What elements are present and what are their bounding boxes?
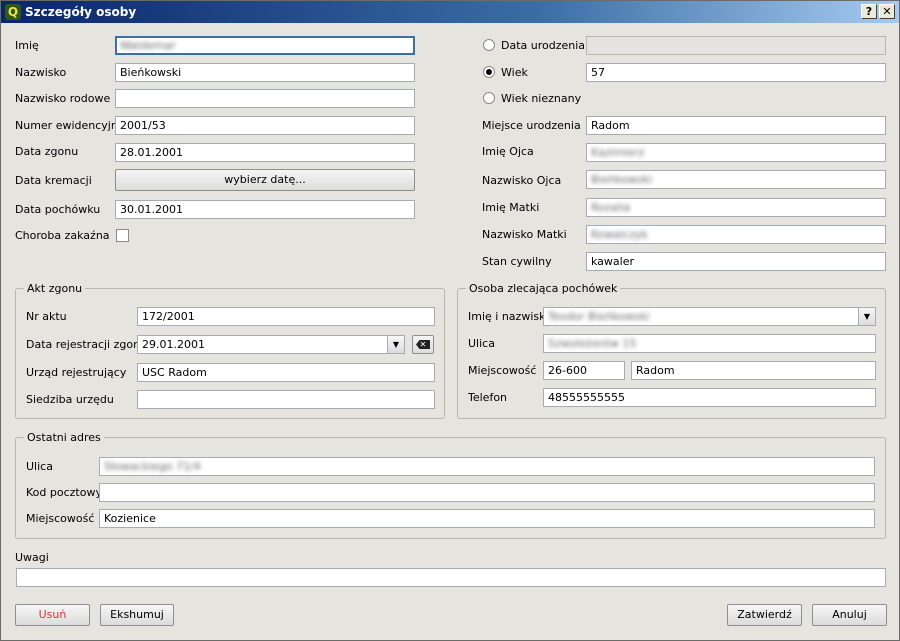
osoba-miejscowosc-input[interactable]: Radom <box>631 361 876 380</box>
akt-zgonu-group: Akt zgonu Nr aktu 172/2001 Data rejestra… <box>15 282 445 419</box>
nazwisko-input[interactable]: Bieńkowski <box>115 63 415 82</box>
wiek-nieznany-radio[interactable] <box>483 92 495 104</box>
nazwisko-rodowe-input[interactable] <box>115 89 415 108</box>
window-title: Szczegóły osoby <box>25 5 137 19</box>
akt-zgonu-title: Akt zgonu <box>24 282 86 295</box>
wiek-label: Wiek <box>501 66 528 79</box>
data-urodzenia-radio[interactable] <box>483 39 495 51</box>
nazwisko-ojca-input[interactable]: Bieńkowski <box>586 170 886 189</box>
stan-cywilny-input[interactable]: kawaler <box>586 252 886 271</box>
adres-miejscowosc-label: Miejscowość <box>26 512 95 525</box>
osoba-ulica-value: Szwoleżerów 15 <box>548 337 637 350</box>
imie-ojca-input[interactable]: Kazimierz <box>586 143 886 162</box>
imie-ojca-value: Kazimierz <box>591 146 645 159</box>
osoba-ulica-input[interactable]: Szwoleżerów 15 <box>543 334 876 353</box>
choroba-label: Choroba zakaźna <box>15 229 110 242</box>
data-rejestracji-value: 29.01.2001 <box>142 338 205 351</box>
nazwisko-matki-input[interactable]: Kowalczyk <box>586 225 886 244</box>
miejsce-urodzenia-input[interactable]: Radom <box>586 116 886 135</box>
miejsce-urodzenia-label: Miejsce urodzenia <box>482 119 581 132</box>
data-zgonu-label: Data zgonu <box>15 145 79 158</box>
wiek-radio[interactable] <box>483 66 495 78</box>
osoba-ulica-label: Ulica <box>468 337 495 350</box>
data-kremacji-label: Data kremacji <box>15 174 92 187</box>
urzad-label: Urząd rejestrujący <box>26 366 127 379</box>
urzad-input[interactable]: USC Radom <box>137 363 435 382</box>
data-rejestracji-combo[interactable]: 29.01.2001 ▼ <box>137 335 405 354</box>
osoba-zlecajaca-title: Osoba zlecająca pochówek <box>466 282 621 295</box>
chevron-down-icon[interactable]: ▼ <box>858 308 875 325</box>
imie-matki-input[interactable]: Rozalia <box>586 198 886 217</box>
choose-date-button[interactable]: wybierz datę... <box>115 169 415 191</box>
confirm-button[interactable]: Zatwierdź <box>727 604 802 626</box>
nazwisko-matki-label: Nazwisko Matki <box>482 228 567 241</box>
nr-aktu-input[interactable]: 172/2001 <box>137 307 435 326</box>
data-zgonu-input[interactable]: 28.01.2001 <box>115 143 415 162</box>
data-rejestracji-label: Data rejestracji zgonu <box>26 338 148 351</box>
data-pochowku-label: Data pochówku <box>15 203 101 216</box>
nazwisko-ojca-value: Bieńkowski <box>591 173 653 186</box>
adres-ulica-input[interactable]: Słowackiego 71/4 <box>99 457 875 476</box>
dialog-content: Imię Waldemar Nazwisko Bieńkowski Nazwis… <box>1 23 899 640</box>
stan-cywilny-label: Stan cywilny <box>482 255 552 268</box>
app-logo-icon: Q <box>5 4 21 20</box>
imie-nazwisko-label: Imię i nazwisko <box>468 310 552 323</box>
kod-pocztowy-label: Kod pocztowy <box>26 486 102 499</box>
ostatni-adres-group: Ostatni adres Ulica Słowackiego 71/4 Kod… <box>15 431 886 539</box>
adres-ulica-label: Ulica <box>26 460 53 473</box>
clear-date-button[interactable]: ✕ <box>412 335 434 354</box>
chevron-down-icon[interactable]: ▼ <box>387 336 404 353</box>
telefon-input[interactable]: 48555555555 <box>543 388 876 407</box>
radio-selected-dot <box>486 69 492 75</box>
imie-nazwisko-value: Teodor Bieńkowski <box>548 310 650 323</box>
uwagi-input[interactable] <box>16 568 886 587</box>
exhume-button[interactable]: Ekshumuj <box>100 604 174 626</box>
numer-input[interactable]: 2001/53 <box>115 116 415 135</box>
close-icon[interactable]: ✕ <box>879 4 895 19</box>
data-urodzenia-label: Data urodzenia <box>501 39 586 52</box>
telefon-label: Telefon <box>468 391 508 404</box>
data-urodzenia-input[interactable] <box>586 36 886 55</box>
nr-aktu-label: Nr aktu <box>26 310 67 323</box>
data-pochowku-input[interactable]: 30.01.2001 <box>115 200 415 219</box>
delete-button[interactable]: Usuń <box>15 604 90 626</box>
choroba-checkbox[interactable] <box>116 229 129 242</box>
nazwisko-matki-value: Kowalczyk <box>591 228 648 241</box>
backspace-icon: ✕ <box>416 340 430 349</box>
cancel-button[interactable]: Anuluj <box>812 604 887 626</box>
nazwisko-ojca-label: Nazwisko Ojca <box>482 174 562 187</box>
imie-ojca-label: Imię Ojca <box>482 145 534 158</box>
osoba-miejscowosc-label: Miejscowość <box>468 364 537 377</box>
imie-label: Imię <box>15 39 39 52</box>
imie-input[interactable]: Waldemar <box>115 36 415 55</box>
osoba-kod-input[interactable]: 26-600 <box>543 361 625 380</box>
wiek-nieznany-label: Wiek nieznany <box>501 92 582 105</box>
adres-miejscowosc-input[interactable]: Kozienice <box>99 509 875 528</box>
nazwisko-rodowe-label: Nazwisko rodowe <box>15 92 111 105</box>
kod-pocztowy-input[interactable] <box>99 483 875 502</box>
adres-ulica-value: Słowackiego 71/4 <box>104 460 201 473</box>
siedziba-label: Siedziba urzędu <box>26 393 114 406</box>
uwagi-label: Uwagi <box>15 551 49 564</box>
title-bar[interactable]: Q Szczegóły osoby ? ✕ <box>1 1 899 23</box>
dialog-window: Q Szczegóły osoby ? ✕ Imię Waldemar Nazw… <box>0 0 900 641</box>
imie-matki-label: Imię Matki <box>482 201 540 214</box>
ostatni-adres-title: Ostatni adres <box>24 431 104 444</box>
imie-matki-value: Rozalia <box>591 201 631 214</box>
imie-nazwisko-combo[interactable]: Teodor Bieńkowski ▼ <box>543 307 876 326</box>
imie-value: Waldemar <box>120 39 176 52</box>
siedziba-input[interactable] <box>137 390 435 409</box>
help-button[interactable]: ? <box>861 4 877 19</box>
osoba-zlecajaca-group: Osoba zlecająca pochówek Imię i nazwisko… <box>457 282 886 419</box>
wiek-input[interactable]: 57 <box>586 63 886 82</box>
numer-label: Numer ewidencyjny <box>15 119 125 132</box>
nazwisko-label: Nazwisko <box>15 66 67 79</box>
